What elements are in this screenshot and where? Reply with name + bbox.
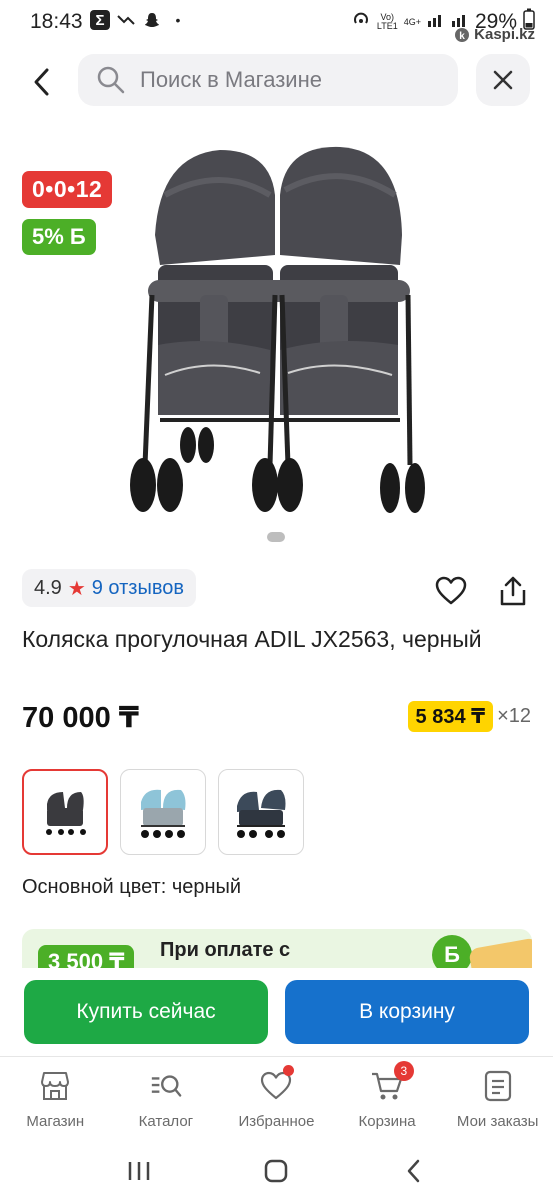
status-time: 18:43 — [30, 10, 83, 33]
search-box[interactable] — [78, 54, 458, 106]
product-title: Коляска прогулочная ADIL JX2563, черный — [22, 626, 482, 652]
nav-label-orders: Мои заказы — [456, 1113, 539, 1130]
sigma-app-icon: Σ — [90, 10, 110, 30]
rating-reviews-link[interactable]: 4.9 ★ 9 отзывов — [22, 569, 196, 607]
system-back-icon — [407, 1159, 420, 1183]
share-icon — [500, 576, 526, 606]
nav-item-store[interactable]: Магазин — [0, 1057, 111, 1142]
notification-icons: Σ • — [90, 10, 188, 30]
favorite-button[interactable] — [432, 572, 470, 610]
installment-amount: 5 834 ₸ — [407, 701, 494, 732]
orders-icon — [481, 1069, 515, 1103]
header — [0, 52, 553, 108]
kaspi-watermark: k Kaspi.kz — [454, 26, 535, 43]
catalog-search-icon — [149, 1069, 183, 1103]
home-button[interactable] — [256, 1151, 296, 1191]
add-to-cart-button[interactable]: В корзину — [285, 980, 529, 1044]
bonus-badge: 5% Б — [22, 219, 96, 255]
volte-label: Vo) LTE1 — [376, 11, 398, 31]
recent-apps-icon — [128, 1162, 150, 1180]
rating-value: 4.9 — [34, 576, 62, 599]
search-input[interactable] — [140, 67, 440, 93]
star-icon: ★ — [67, 577, 86, 600]
color-label: Основной цвет: черный — [22, 876, 242, 898]
back-button[interactable] — [22, 62, 62, 102]
close-icon — [493, 70, 513, 90]
signal-icon — [427, 11, 445, 32]
chevron-left-icon — [34, 68, 49, 96]
nav-item-cart[interactable]: 3 Корзина — [332, 1057, 443, 1142]
nav-label-cart: Корзина — [358, 1113, 416, 1130]
stroller-thumb-light-blue — [141, 789, 186, 838]
nav-label-store: Магазин — [26, 1113, 85, 1130]
cart-count-badge: 3 — [393, 1061, 414, 1081]
buy-now-button[interactable]: Купить сейчас — [24, 980, 268, 1044]
reviews-count: 9 отзывов — [91, 576, 184, 599]
nav-item-catalog[interactable]: Каталог — [111, 1057, 222, 1142]
color-variants — [22, 769, 304, 855]
status-bar: 18:43 Σ • Vo) LTE1 4G+ 29% k Kaspi.kz — [0, 0, 553, 44]
recent-apps-button[interactable] — [119, 1151, 159, 1191]
system-nav-bar — [0, 1142, 553, 1200]
installment-info[interactable]: 5 834 ₸ ×12 — [407, 701, 531, 732]
system-back-button[interactable] — [394, 1151, 434, 1191]
missed-call-icon — [116, 10, 136, 30]
promo-text: При оплате с — [160, 939, 291, 961]
more-dot-icon: • — [175, 12, 181, 28]
product-price: 70 000 ₸ — [22, 702, 139, 734]
stroller-image — [130, 146, 425, 513]
store-icon — [38, 1069, 72, 1103]
installment-months: ×12 — [497, 705, 531, 727]
nav-item-orders[interactable]: Мои заказы — [442, 1057, 553, 1142]
stroller-thumb-black — [46, 792, 86, 835]
countdown-badge: 0•0•12 — [22, 171, 113, 208]
variant-dark-blue[interactable] — [218, 769, 304, 855]
hotspot-icon — [351, 9, 371, 34]
variant-light-blue[interactable] — [120, 769, 206, 855]
heart-icon — [435, 576, 467, 605]
image-pager-indicator — [267, 532, 285, 542]
home-icon — [265, 1159, 288, 1183]
nav-label-favorites: Избранное — [238, 1113, 315, 1130]
svg-text:k: k — [459, 31, 465, 42]
network-type: 4G+ — [403, 16, 421, 27]
close-button[interactable] — [476, 54, 530, 106]
bottom-nav: Магазин Каталог Избранное 3 Корзина Мои … — [0, 1056, 553, 1142]
snapchat-icon — [142, 10, 162, 30]
variant-black[interactable] — [22, 769, 108, 855]
stroller-thumb-dark-blue — [237, 789, 286, 838]
nav-label-catalog: Каталог — [138, 1113, 194, 1130]
search-icon — [97, 66, 125, 94]
product-image[interactable] — [110, 135, 450, 525]
watermark-text: Kaspi.kz — [474, 26, 535, 43]
nav-item-favorites[interactable]: Избранное — [221, 1057, 332, 1142]
share-button[interactable] — [494, 572, 532, 610]
action-bar: Купить сейчас В корзину — [0, 968, 553, 1056]
